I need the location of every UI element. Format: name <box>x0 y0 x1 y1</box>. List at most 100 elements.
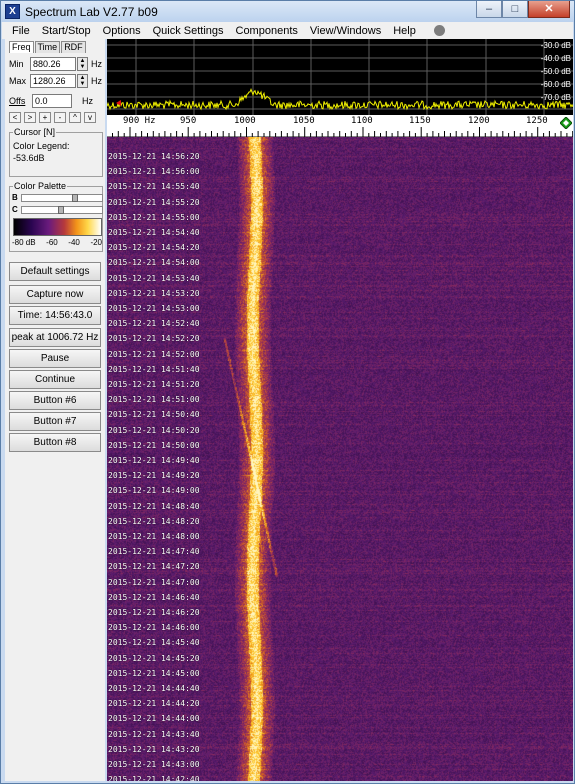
min-freq-spinner[interactable]: ▲ ▼ <box>77 57 88 71</box>
pause-button[interactable]: Pause <box>9 349 101 368</box>
menu-options[interactable]: Options <box>103 25 141 37</box>
frequency-ticks <box>112 127 573 137</box>
minimize-button[interactable]: – <box>476 1 502 18</box>
tab-freq[interactable]: Freq <box>9 41 34 53</box>
spectrum-graph[interactable]: -30.0 dB -40.0 dB -50.0 dB -60.0 dB -70.… <box>107 39 573 115</box>
close-button[interactable]: ✕ <box>528 1 570 18</box>
capture-now-button[interactable]: Capture now <box>9 285 101 304</box>
brightness-row: B <box>12 193 103 202</box>
palette-label: -40 <box>68 238 80 247</box>
app-window: X Spectrum Lab V2.77 b09 – □ ✕ File Star… <box>0 0 575 784</box>
spin-down-icon[interactable]: ▼ <box>78 64 87 70</box>
peak-display-button[interactable]: peak at 1006.72 Hz <box>9 328 101 347</box>
status-indicator-icon <box>433 25 445 36</box>
timestamp-label: 2015-12-21 14:45:20 <box>108 653 200 663</box>
title-bar[interactable]: X Spectrum Lab V2.77 b09 – □ ✕ <box>1 1 574 22</box>
palette-label: -80 dB <box>12 238 36 247</box>
timestamp-label: 2015-12-21 14:47:20 <box>108 562 200 572</box>
scroll-right-button[interactable]: > <box>24 112 36 123</box>
menu-file[interactable]: File <box>12 25 30 37</box>
scroll-left-button[interactable]: < <box>9 112 21 123</box>
spectrum-trace <box>107 88 573 111</box>
menu-start-stop[interactable]: Start/Stop <box>42 25 91 37</box>
button-7[interactable]: Button #7 <box>9 412 101 431</box>
brightness-thumb[interactable] <box>71 193 78 202</box>
timestamp-label: 2015-12-21 14:49:20 <box>108 471 200 481</box>
timestamp-label: 2015-12-21 14:44:00 <box>108 714 200 724</box>
timestamp-label: 2015-12-21 14:52:20 <box>108 334 200 344</box>
window-title: Spectrum Lab V2.77 b09 <box>25 5 158 19</box>
color-palette-bar[interactable] <box>13 218 102 236</box>
frequency-scale[interactable]: 900 Hz 950 1000 1050 1100 1150 1200 1250 <box>107 115 573 137</box>
timestamp-label: 2015-12-21 14:50:00 <box>108 440 200 450</box>
timestamp-label: 2015-12-21 14:51:00 <box>108 395 200 405</box>
timestamp-label: 2015-12-21 14:53:20 <box>108 288 200 298</box>
diamond-marker-icon[interactable] <box>560 117 572 129</box>
control-panel: Freq Time RDF Min 880.26 ▲ ▼ Hz Max 1280.… <box>5 39 105 781</box>
contrast-slider[interactable] <box>20 205 103 214</box>
timestamp-label: 2015-12-21 14:55:00 <box>108 212 200 222</box>
app-icon[interactable]: X <box>5 4 20 19</box>
color-palette-group: Color Palette B C -80 dB -60 -40 -20 <box>9 181 103 252</box>
db-label: -50.0 dB <box>541 67 571 76</box>
time-display-button[interactable]: Time: 14:56:43.0 <box>9 306 101 325</box>
timestamp-label: 2015-12-21 14:43:00 <box>108 760 200 769</box>
db-label: -60.0 dB <box>541 80 571 89</box>
timestamp-label: 2015-12-21 14:56:20 <box>108 152 200 161</box>
min-freq-input[interactable]: 880.26 <box>30 57 76 71</box>
timestamp-label: 2015-12-21 14:53:40 <box>108 273 200 283</box>
waterfall-display[interactable]: 2015-12-21 14:56:20 2015-12-21 14:56:00 20… <box>107 137 573 781</box>
cursor-title: Cursor [N] <box>13 127 57 137</box>
cursor-value: -53.6dB <box>13 153 45 163</box>
timestamp-label: 2015-12-21 14:52:40 <box>108 319 200 329</box>
timestamp-label: 2015-12-21 14:43:40 <box>108 729 200 739</box>
button-8[interactable]: Button #8 <box>9 433 101 452</box>
cursor-group: Cursor [N] Color Legend: -53.6dB <box>9 127 103 177</box>
spectrum-display[interactable]: -30.0 dB -40.0 dB -50.0 dB -60.0 dB -70.… <box>107 39 573 115</box>
timestamp-label: 2015-12-21 14:44:20 <box>108 699 200 709</box>
timestamp-label: 2015-12-21 14:50:20 <box>108 425 200 435</box>
contrast-label: C <box>12 205 18 214</box>
color-palette-title: Color Palette <box>13 181 68 191</box>
menu-view-windows[interactable]: View/Windows <box>310 25 381 37</box>
maximize-button[interactable]: □ <box>502 1 528 18</box>
timestamp-label: 2015-12-21 14:42:40 <box>108 775 200 781</box>
timestamp-label: 2015-12-21 14:56:00 <box>108 167 200 177</box>
timestamp-label: 2015-12-21 14:53:00 <box>108 304 200 313</box>
continue-button[interactable]: Continue <box>9 370 101 389</box>
timestamp-label: 2015-12-21 14:44:40 <box>108 684 200 693</box>
db-label: -70.0 dB <box>541 93 571 102</box>
timestamp-label: 2015-12-21 14:51:40 <box>108 364 200 374</box>
timestamp-label: 2015-12-21 14:45:40 <box>108 638 200 648</box>
db-label: -30.0 dB <box>541 41 571 50</box>
offset-input[interactable]: 0.0 <box>32 94 72 108</box>
db-label: -40.0 dB <box>541 54 571 63</box>
menu-bar: File Start/Stop Options Quick Settings C… <box>2 22 573 39</box>
menu-components[interactable]: Components <box>236 25 298 37</box>
tab-rdf[interactable]: RDF <box>61 41 86 53</box>
timestamp-label: 2015-12-21 14:46:00 <box>108 623 200 633</box>
max-freq-row: Max 1280.26 ▲ ▼ Hz <box>9 74 102 88</box>
button-6[interactable]: Button #6 <box>9 391 101 410</box>
brightness-slider[interactable] <box>20 193 103 202</box>
contrast-thumb[interactable] <box>57 205 64 214</box>
zoom-out-button[interactable]: - <box>54 112 66 123</box>
offs-label[interactable]: Offs <box>9 96 30 106</box>
timestamp-label: 2015-12-21 14:54:00 <box>108 258 200 268</box>
menu-quick-settings[interactable]: Quick Settings <box>153 25 224 37</box>
default-settings-button[interactable]: Default settings <box>9 262 101 281</box>
zoom-in-button[interactable]: + <box>39 112 51 123</box>
timestamp-label: 2015-12-21 14:49:00 <box>108 486 200 496</box>
freq-label: 950 <box>180 116 197 126</box>
min-label: Min <box>9 59 24 69</box>
shift-down-button[interactable]: v <box>84 112 96 123</box>
max-freq-input[interactable]: 1280.26 <box>30 74 76 88</box>
tab-time[interactable]: Time <box>34 41 61 53</box>
timestamp-label: 2015-12-21 14:47:00 <box>108 577 200 587</box>
max-freq-spinner[interactable]: ▲ ▼ <box>77 74 88 88</box>
menu-help[interactable]: Help <box>393 25 416 37</box>
panel-tabs: Freq Time RDF <box>9 41 87 53</box>
timestamp-label: 2015-12-21 14:52:00 <box>108 349 200 359</box>
spin-down-icon[interactable]: ▼ <box>78 81 87 87</box>
shift-up-button[interactable]: ^ <box>69 112 81 123</box>
